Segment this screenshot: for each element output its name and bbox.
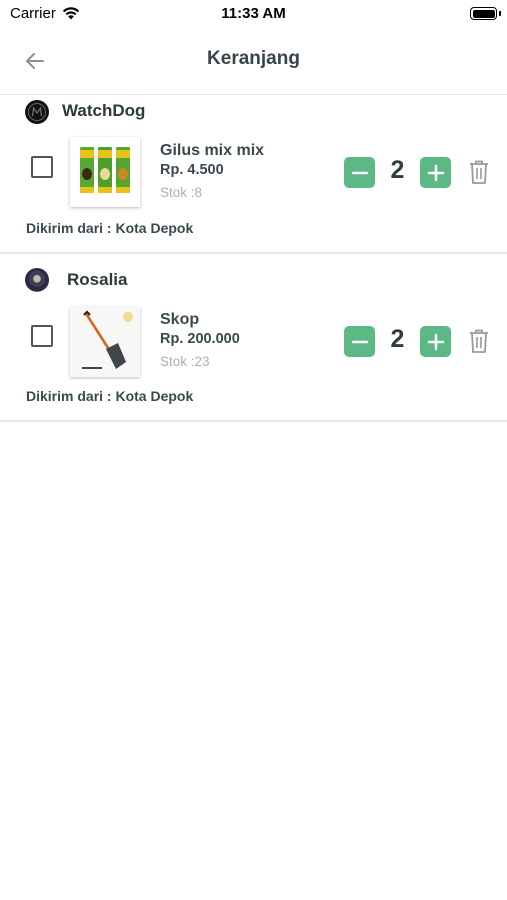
item-checkbox[interactable]	[31, 325, 53, 347]
decrease-quantity-button[interactable]	[344, 157, 375, 188]
product-image[interactable]	[70, 137, 140, 207]
trash-icon	[470, 329, 488, 353]
battery-tip	[499, 11, 501, 16]
minus-icon	[351, 171, 368, 174]
increase-quantity-button[interactable]	[420, 157, 451, 188]
ship-from-text: Dikirim dari : Kota Depok	[26, 388, 194, 404]
plus-icon	[427, 164, 444, 181]
delete-button[interactable]	[468, 159, 490, 185]
delete-button[interactable]	[468, 328, 490, 354]
shop-section: Rosalia Skop Rp. 200.000 Stok :23 2 Diki…	[0, 264, 507, 422]
ship-from-text: Dikirim dari : Kota Depok	[26, 220, 194, 236]
battery-icon	[470, 7, 497, 20]
status-bar: Carrier 11:33 AM	[0, 0, 507, 30]
minus-icon	[351, 340, 368, 343]
quantity-value: 2	[390, 156, 405, 184]
product-stock: Stok :23	[160, 354, 210, 369]
shop-name[interactable]: WatchDog	[62, 101, 145, 121]
plus-icon	[427, 333, 444, 350]
shop-avatar	[25, 100, 49, 124]
quantity-value: 2	[390, 325, 405, 353]
increase-quantity-button[interactable]	[420, 326, 451, 357]
product-price: Rp. 200.000	[160, 331, 240, 347]
shop-section: WatchDog Gilus mix mix Rp. 4.500 Stok:8…	[0, 95, 507, 254]
product-name[interactable]: Gilus mix mix	[160, 142, 264, 160]
clock-time: 11:33 AM	[221, 5, 286, 22]
app-header: Keranjang	[0, 30, 507, 95]
product-name[interactable]: Skop	[160, 311, 199, 329]
shop-avatar	[25, 268, 49, 292]
page-title: Keranjang	[207, 48, 300, 69]
product-image[interactable]	[70, 307, 140, 377]
product-price: Rp. 4.500	[160, 162, 224, 178]
item-checkbox[interactable]	[31, 156, 53, 178]
trash-icon	[470, 160, 488, 184]
product-stock: Stok :8	[160, 185, 203, 200]
decrease-quantity-button[interactable]	[344, 326, 375, 357]
shop-name[interactable]: Rosalia	[67, 270, 127, 290]
